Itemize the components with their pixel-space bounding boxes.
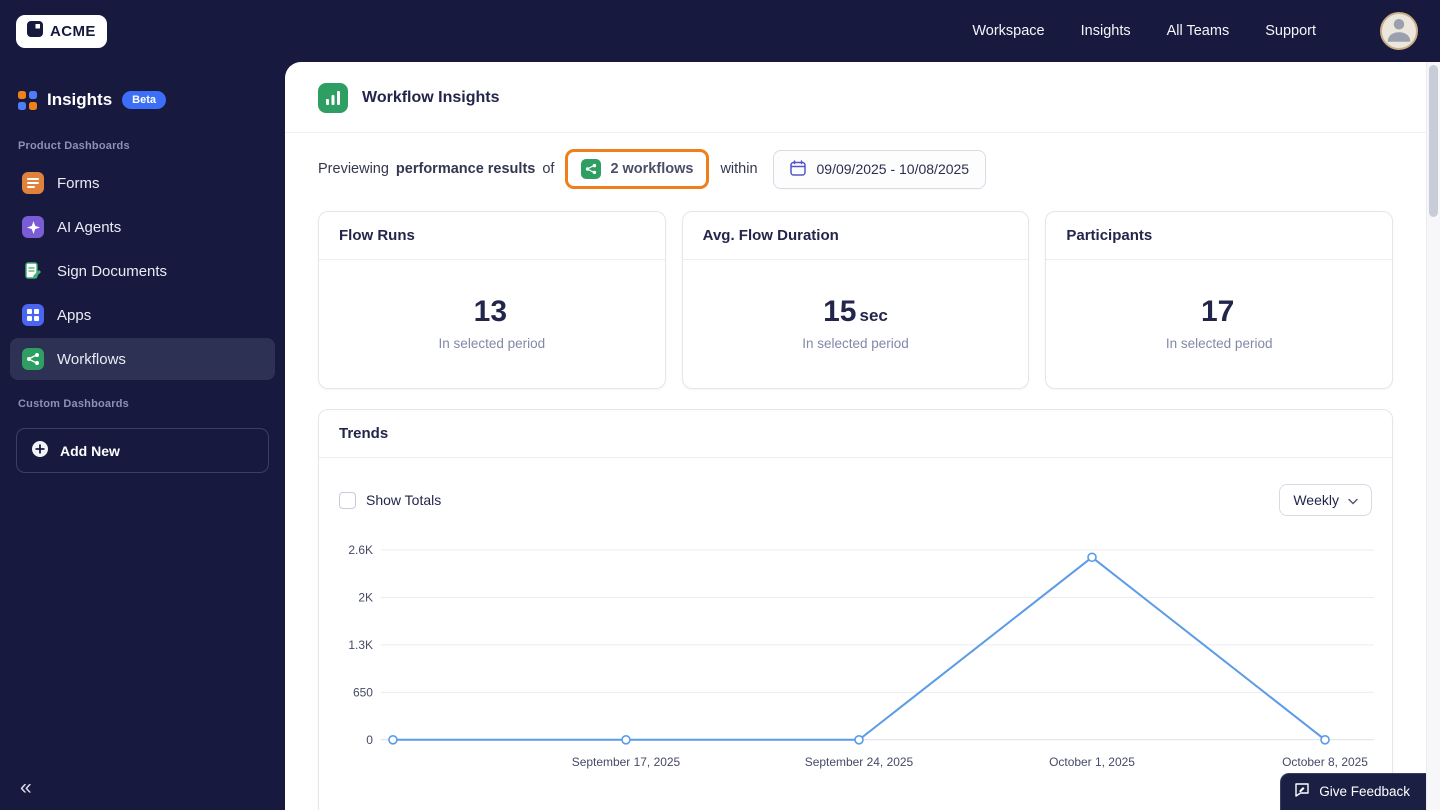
stat-card-body: 17 In selected period (1046, 260, 1392, 388)
feedback-icon (1294, 782, 1310, 801)
stat-subtitle: In selected period (1165, 336, 1273, 351)
trends-chart: 0 650 1.3K 2K 2.6K September 17, 2025 Septembe… (319, 522, 1392, 810)
workflow-chip-icon (581, 159, 602, 179)
apps-icon (22, 304, 44, 326)
chevron-down-icon (1348, 492, 1358, 508)
data-point[interactable] (1087, 552, 1097, 563)
sidebar: Insights Beta Product Dashboards Forms A… (0, 62, 285, 810)
stat-card-title: Participants (1046, 212, 1393, 260)
panel-header: Workflow Insights (285, 62, 1426, 133)
workflows-chip-label: 2 workflows (610, 161, 694, 177)
top-nav: Workspace Insights All Teams Support (972, 12, 1424, 50)
data-point[interactable] (388, 735, 398, 745)
svg-text:October 1, 2025: October 1, 2025 (1049, 755, 1135, 769)
stat-unit: sec (859, 306, 888, 325)
trends-card: Trends Show Totals Weekly 0 650 1.3K 2K 2.6K… (318, 409, 1393, 810)
scrollbar-thumb[interactable] (1429, 65, 1438, 217)
trends-title: Trends (319, 410, 1392, 458)
acme-logo[interactable]: ACME (16, 14, 107, 48)
preview-text: of (542, 161, 555, 177)
date-range-value: 09/09/2025 - 10/08/2025 (816, 161, 970, 177)
trends-controls: Show Totals Weekly (319, 458, 1392, 522)
sidebar-item-apps[interactable]: Apps (10, 294, 275, 336)
trend-line-chart: 0 650 1.3K 2K 2.6K September 17, 2025 Septembe… (348, 543, 1374, 769)
nav-insights[interactable]: Insights (1081, 23, 1131, 39)
sidebar-title: Insights (47, 90, 113, 109)
stat-card-body: 15 sec In selected period (683, 260, 1029, 388)
stat-subtitle: In selected period (438, 336, 546, 351)
svg-text:0: 0 (366, 733, 373, 747)
show-totals-toggle[interactable]: Show Totals (339, 491, 442, 509)
preview-summary-row: Previewing performance results of 2 work… (285, 133, 1426, 211)
stat-cards-row: Flow Runs 13 In selected period Avg. Flo… (285, 211, 1426, 389)
sidebar-item-label: AI Agents (57, 218, 122, 236)
show-totals-checkbox[interactable] (339, 491, 356, 509)
nav-all-teams[interactable]: All Teams (1167, 23, 1230, 39)
feedback-label: Give Feedback (1319, 784, 1410, 799)
within-label: within (720, 161, 758, 177)
sidebar-item-label: Sign Documents (57, 262, 168, 280)
scrollbar-track[interactable] (1426, 62, 1440, 810)
sidebar-header: Insights Beta (0, 62, 285, 124)
forms-icon (22, 172, 44, 194)
workflow-insights-icon (318, 83, 348, 113)
sidebar-item-label: Apps (57, 306, 92, 324)
svg-text:September 24, 2025: September 24, 2025 (805, 755, 914, 769)
workflows-selector-chip[interactable]: 2 workflows (565, 149, 710, 189)
sidebar-item-workflows[interactable]: Workflows (10, 338, 275, 380)
stat-value: 13 (473, 295, 508, 328)
give-feedback-button[interactable]: Give Feedback (1280, 773, 1426, 810)
sidebar-item-label: Workflows (57, 350, 126, 368)
ai-agents-icon (22, 216, 44, 238)
add-new-button[interactable]: Add New (16, 428, 269, 473)
data-point[interactable] (854, 735, 864, 745)
preview-text: Previewing (318, 161, 389, 177)
plus-icon (31, 440, 49, 461)
preview-text-bold: performance results (395, 161, 536, 177)
insights-app-icon (18, 90, 37, 110)
beta-badge: Beta (122, 91, 167, 109)
sidebar-item-label: Forms (57, 174, 100, 192)
user-avatar[interactable] (1380, 12, 1418, 50)
acme-logo-icon (27, 20, 43, 42)
calendar-icon (789, 159, 806, 179)
collapse-sidebar-icon[interactable]: « (20, 776, 32, 800)
sign-documents-icon (22, 260, 44, 282)
nav-support[interactable]: Support (1265, 23, 1316, 39)
svg-text:650: 650 (353, 685, 373, 699)
main-panel: Workflow Insights Previewing performance… (285, 62, 1426, 810)
svg-text:1.3K: 1.3K (348, 638, 373, 652)
svg-text:2K: 2K (358, 590, 373, 604)
sidebar-item-ai-agents[interactable]: AI Agents (10, 206, 275, 248)
stat-value: 15 (823, 295, 857, 328)
svg-text:October 8, 2025: October 8, 2025 (1282, 755, 1368, 769)
add-new-label: Add New (60, 442, 120, 459)
person-icon (1384, 14, 1414, 48)
stat-card-participants: Participants 17 In selected period (1045, 211, 1394, 389)
svg-text:2.6K: 2.6K (348, 543, 373, 557)
sidebar-item-forms[interactable]: Forms (10, 162, 275, 204)
section-product-dashboards: Product Dashboards (18, 140, 130, 152)
stat-card-title: Flow Runs (319, 212, 665, 260)
section-custom-dashboards: Custom Dashboards (18, 398, 129, 410)
frequency-value: Weekly (1293, 492, 1339, 508)
workflows-icon (22, 348, 44, 370)
top-bar: ACME Workspace Insights All Teams Suppor… (0, 0, 1440, 62)
svg-text:September 17, 2025: September 17, 2025 (572, 755, 681, 769)
page-title: Workflow Insights (362, 89, 500, 106)
data-point[interactable] (621, 735, 631, 745)
nav-workspace[interactable]: Workspace (972, 23, 1044, 39)
stat-value: 17 (1200, 295, 1235, 328)
frequency-dropdown[interactable]: Weekly (1279, 484, 1372, 516)
show-totals-label: Show Totals (366, 492, 442, 508)
stat-card-title: Avg. Flow Duration (682, 212, 1029, 260)
stat-subtitle: In selected period (802, 336, 909, 351)
stat-card-avg-flow-duration: Avg. Flow Duration 15 sec In selected per… (681, 211, 1030, 389)
stat-card-body: 13 In selected period (319, 260, 665, 388)
acme-logo-text: ACME (50, 22, 96, 40)
stat-card-flow-runs: Flow Runs 13 In selected period (318, 211, 666, 389)
data-point[interactable] (1320, 735, 1330, 745)
date-range-picker[interactable]: 09/09/2025 - 10/08/2025 (772, 149, 987, 189)
sidebar-item-sign-documents[interactable]: Sign Documents (10, 250, 275, 292)
